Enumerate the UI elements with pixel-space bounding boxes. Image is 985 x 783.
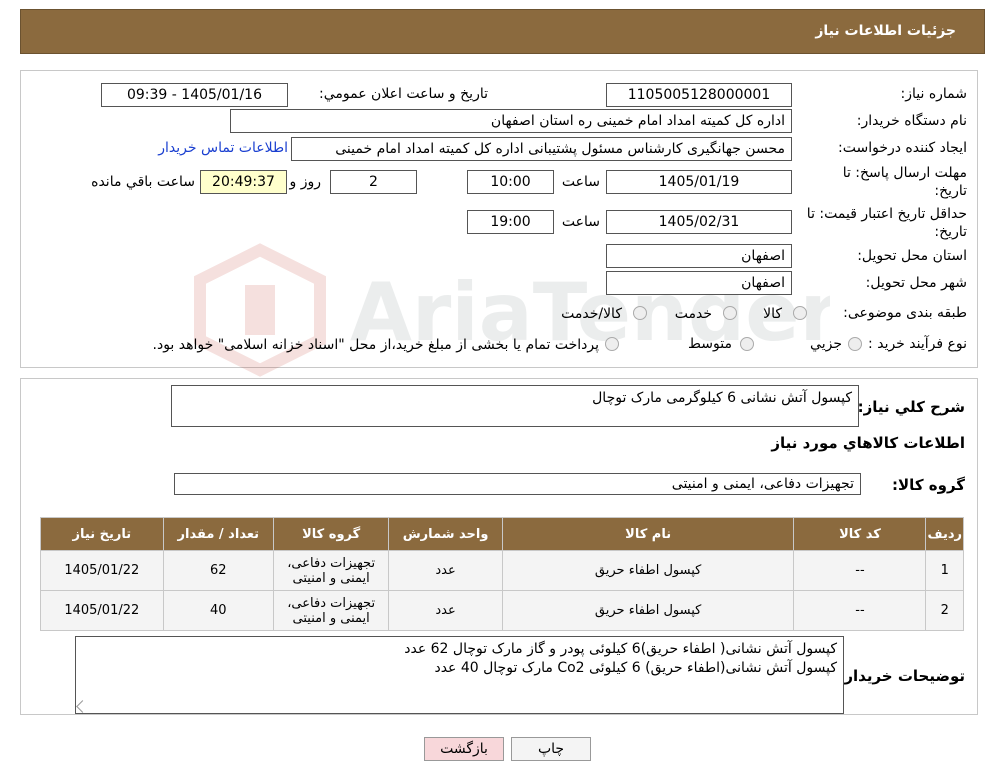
column-header: واحد شمارش xyxy=(388,517,503,551)
goods-group-label: گروه کالا: xyxy=(892,476,965,494)
announce-datetime-field: 1405/01/16 - 09:39 xyxy=(101,83,288,107)
table-cell: تجهیزات دفاعی، ایمنی و امنیتی xyxy=(272,550,390,591)
page-header: جزئیات اطلاعات نیاز xyxy=(20,9,985,54)
need-number-label: شماره نیاز: xyxy=(900,86,968,102)
back-button[interactable]: بازگشت xyxy=(424,737,504,761)
table-cell: 1 xyxy=(925,550,964,591)
process-option-medium: متوسط xyxy=(688,336,732,352)
category-radio-goods-service[interactable] xyxy=(633,306,647,320)
deadline-date-field: 1405/01/19 xyxy=(606,170,792,194)
deadline-time-label: ساعت xyxy=(561,174,600,190)
table-cell: 40 xyxy=(162,590,274,631)
category-option-service: خدمت xyxy=(674,306,712,322)
days-label: روز و xyxy=(289,174,322,190)
items-table: رديف کد کالا نام کالا واحد شمارش گروه کا… xyxy=(40,517,964,631)
column-header: تاریخ نیاز xyxy=(40,517,164,551)
table-cell: عدد xyxy=(388,590,503,631)
table-row: 1 -- کپسول اطفاء حریق عدد تجهیزات دفاعی،… xyxy=(40,550,964,591)
process-radio-partial[interactable] xyxy=(848,337,862,351)
column-header: کد کالا xyxy=(793,517,927,551)
summary-textarea: کپسول آتش نشانی 6 کیلوگرمی مارک توچال xyxy=(171,385,859,427)
process-radio-treasury[interactable] xyxy=(605,337,619,351)
table-cell: 1405/01/22 xyxy=(40,550,164,591)
validity-date-field: 1405/02/31 xyxy=(606,210,792,234)
process-label: نوع فرآیند خرید : xyxy=(868,336,967,352)
buyer-org-field: اداره کل کمیته امداد امام خمینی ره استان… xyxy=(230,109,792,133)
buyer-org-label: نام دستگاه خریدار: xyxy=(856,113,967,129)
remaining-time-field: 20:49:37 xyxy=(200,170,287,194)
category-radio-service[interactable] xyxy=(723,306,737,320)
city-field: اصفهان xyxy=(606,271,792,295)
table-cell: -- xyxy=(793,590,927,631)
days-remaining-field: 2 xyxy=(330,170,417,194)
column-header: گروه کالا xyxy=(272,517,390,551)
table-cell: کپسول اطفاء حریق xyxy=(501,590,795,631)
validity-time-field: 19:00 xyxy=(467,210,554,234)
table-header-row: رديف کد کالا نام کالا واحد شمارش گروه کا… xyxy=(40,517,964,551)
column-header: نام کالا xyxy=(501,517,795,551)
buyer-notes-textarea: کپسول آتش نشانی( اطفاء حریق)6 کیلوئی پود… xyxy=(75,636,844,714)
process-radio-medium[interactable] xyxy=(740,337,754,351)
table-cell: 1405/01/22 xyxy=(40,590,164,631)
page-title: جزئیات اطلاعات نیاز xyxy=(815,23,956,39)
validity-time-label: ساعت xyxy=(561,214,600,230)
buyer-contact-link[interactable]: اطلاعات تماس خریدار xyxy=(158,140,288,156)
resize-grip-icon[interactable] xyxy=(76,700,89,713)
remaining-time-label: ساعت باقي مانده xyxy=(91,174,195,190)
category-option-goods: کالا xyxy=(763,306,782,322)
table-cell: کپسول اطفاء حریق xyxy=(501,550,795,591)
column-header: رديف xyxy=(925,517,964,551)
table-row: 2 -- کپسول اطفاء حریق عدد تجهیزات دفاعی،… xyxy=(40,590,964,631)
buyer-notes-line: کپسول آتش نشانی(اطفاء حریق) 6 کیلوئی Co2… xyxy=(434,660,837,676)
validity-label: حداقل تاریخ اعتبار قیمت: تا xyxy=(806,206,967,222)
announce-label: تاریخ و ساعت اعلان عمومي: xyxy=(319,86,488,102)
table-cell: 62 xyxy=(162,550,274,591)
buyer-notes-line: کپسول آتش نشانی( اطفاء حریق)6 کیلوئی پود… xyxy=(404,641,837,657)
creator-field: محسن جهانگیری کارشناس مسئول پشتیبانی ادا… xyxy=(291,137,792,161)
category-option-goods-service: کالا/خدمت xyxy=(561,306,622,322)
category-radio-goods[interactable] xyxy=(793,306,807,320)
deadline-label-date: تاریخ: xyxy=(934,183,967,199)
buyer-notes-label: توضیحات خریدار: xyxy=(838,667,965,685)
category-label: طبقه بندی موضوعی: xyxy=(843,305,967,321)
table-cell: 2 xyxy=(925,590,964,631)
province-field: اصفهان xyxy=(606,244,792,268)
validity-label-date: تاریخ: xyxy=(934,224,967,240)
table-cell: -- xyxy=(793,550,927,591)
deadline-label: مهلت ارسال پاسخ: تا xyxy=(842,165,967,181)
column-header: تعداد / مقدار xyxy=(162,517,274,551)
city-label: شهر محل تحویل: xyxy=(865,275,967,291)
province-label: استان محل تحویل: xyxy=(857,248,967,264)
deadline-time-field: 10:00 xyxy=(467,170,554,194)
items-table-wrapper: رديف کد کالا نام کالا واحد شمارش گروه کا… xyxy=(40,517,964,631)
summary-label: شرح کلي نياز: xyxy=(857,398,965,416)
process-option-partial: جزیي xyxy=(810,336,842,352)
table-cell: تجهیزات دفاعی، ایمنی و امنیتی xyxy=(272,590,390,631)
process-note: پرداخت تمام یا بخشی از مبلغ خرید،از محل … xyxy=(152,337,599,353)
goods-group-field: تجهیزات دفاعی، ایمنی و امنیتی xyxy=(174,473,861,495)
need-number-field: 1105005128000001 xyxy=(606,83,792,107)
creator-label: ایجاد کننده درخواست: xyxy=(838,140,967,156)
print-button[interactable]: چاپ xyxy=(511,737,591,761)
table-cell: عدد xyxy=(388,550,503,591)
goods-info-title: اطلاعات كالاهاي مورد نياز xyxy=(771,434,965,452)
